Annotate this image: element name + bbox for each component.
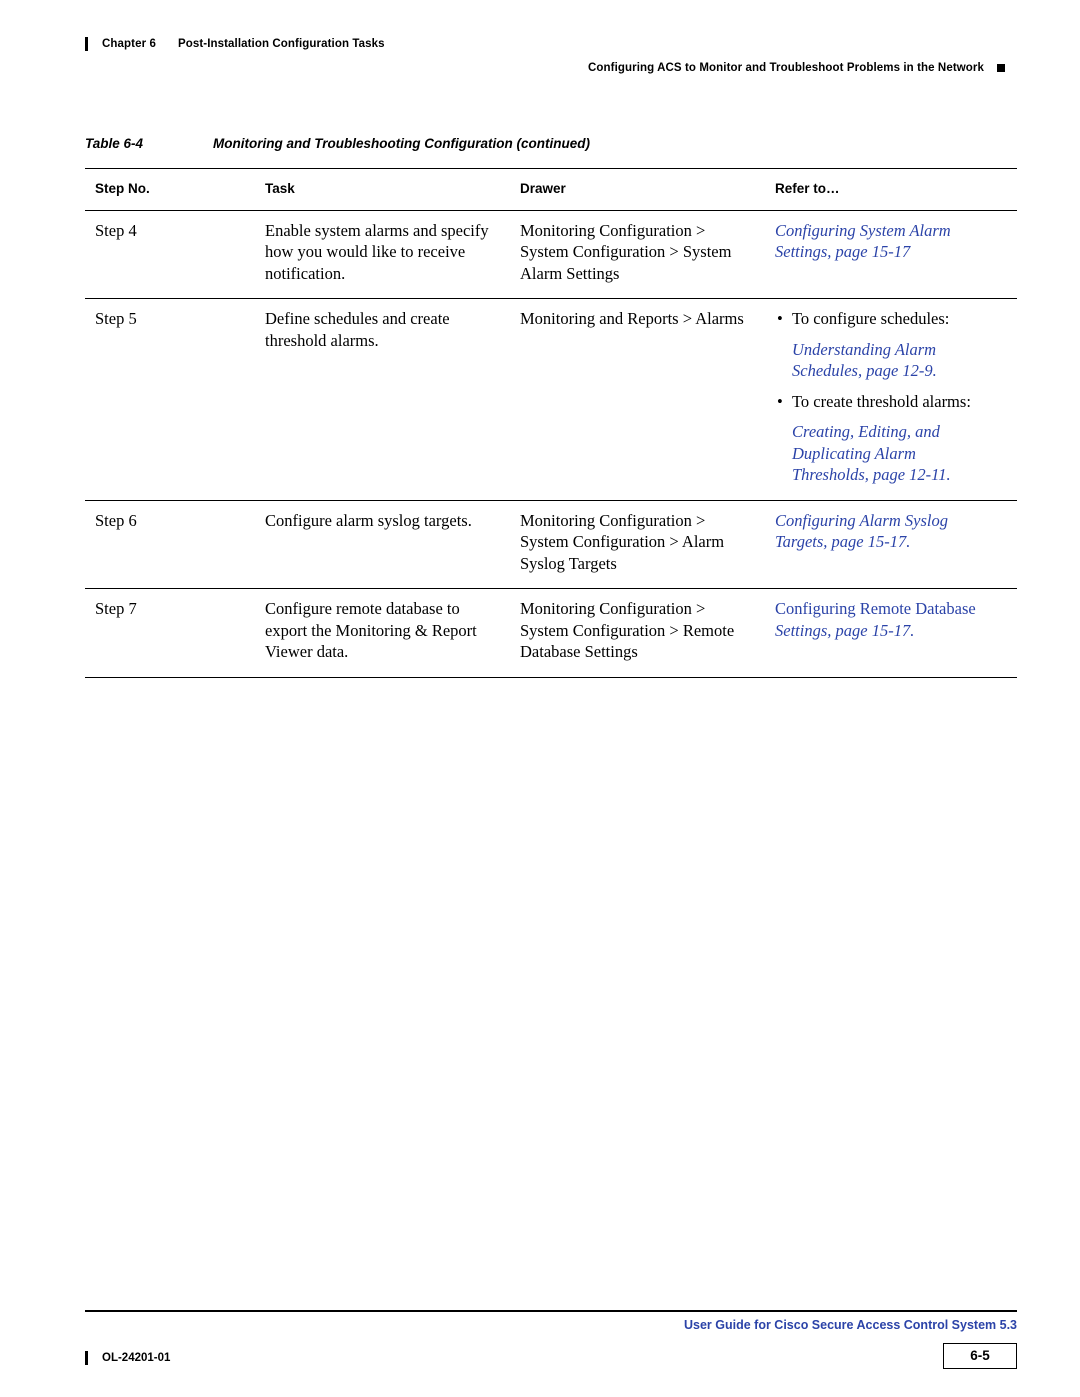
cross-reference-link[interactable]: Creating, Editing, and <box>775 421 1007 443</box>
header-chapter-title: Post-Installation Configuration Tasks <box>177 38 385 50</box>
page-footer: User Guide for Cisco Secure Access Contr… <box>85 1310 1017 1370</box>
cell-task: Configure remote database to export the … <box>255 588 510 678</box>
bullet-icon: • <box>777 309 783 328</box>
header-chapter-number: Chapter 6 <box>102 38 156 50</box>
cross-reference-link[interactable]: Configuring Alarm Syslog <box>775 511 948 530</box>
table-caption-text: Monitoring and Troubleshooting Configura… <box>213 136 590 151</box>
header-chapter: Chapter 6 Post-Installation Configuratio… <box>85 37 385 51</box>
table-row: Step 5 Define schedules and create thres… <box>85 298 1017 501</box>
cell-drawer: Monitoring Configuration > System Config… <box>510 500 765 589</box>
footer-document-title: User Guide for Cisco Secure Access Contr… <box>684 1318 1017 1332</box>
footer-document-number: OL-24201-01 <box>85 1351 170 1365</box>
cross-reference-link[interactable]: Thresholds, page 12-11. <box>775 464 1007 486</box>
column-header-refer-to: Refer to… <box>765 168 1017 211</box>
monitoring-configuration-table: Step No. Task Drawer Refer to… Step 4 En… <box>85 168 1017 678</box>
cross-reference-link[interactable]: Settings, page 15-17. <box>775 621 914 640</box>
cell-drawer: Monitoring Configuration > System Config… <box>510 588 765 678</box>
refer-bullet-list: • To create threshold alarms: <box>775 391 1007 413</box>
table-row: Step 6 Configure alarm syslog targets. M… <box>85 500 1017 589</box>
cell-drawer: Monitoring Configuration > System Config… <box>510 210 765 299</box>
table-row: Step 4 Enable system alarms and specify … <box>85 210 1017 299</box>
column-header-drawer: Drawer <box>510 168 765 211</box>
cell-step-no: Step 4 <box>85 210 255 299</box>
document-page: Chapter 6 Post-Installation Configuratio… <box>0 0 1080 1397</box>
bullet-text: To create threshold alarms: <box>792 391 971 411</box>
bullet-icon: • <box>777 391 783 411</box>
cross-reference-link[interactable]: Targets, page 15-17. <box>775 532 910 551</box>
header-rule-mark <box>85 37 88 51</box>
cell-refer-to: Configuring Remote Database Settings, pa… <box>765 588 1017 678</box>
cell-refer-to: Configuring Alarm Syslog Targets, page 1… <box>765 500 1017 589</box>
page-header: Chapter 6 Post-Installation Configuratio… <box>85 30 1005 90</box>
header-running-head-text: Configuring ACS to Monitor and Troublesh… <box>588 62 984 74</box>
bullet-text: To configure schedules: <box>792 309 950 328</box>
cross-reference-link[interactable]: Schedules, page 12-9. <box>775 360 1007 382</box>
cross-reference-link[interactable]: Configuring System Alarm <box>775 221 951 240</box>
cell-step-no: Step 7 <box>85 588 255 678</box>
footer-rule-mark <box>85 1351 88 1365</box>
table-row: Step 7 Configure remote database to expo… <box>85 588 1017 678</box>
table-caption-label: Table 6-4 <box>85 136 144 151</box>
cell-task: Define schedules and create threshold al… <box>255 298 510 501</box>
footer-document-number-text: OL-24201-01 <box>102 1352 171 1364</box>
cross-reference-link[interactable]: Understanding Alarm <box>775 339 1007 361</box>
cell-drawer: Monitoring and Reports > Alarms <box>510 298 765 501</box>
cross-reference-link[interactable]: Duplicating Alarm <box>775 443 1007 465</box>
cross-reference-link[interactable]: Settings, page 15-17 <box>775 242 910 261</box>
cell-refer-to: Configuring System Alarm Settings, page … <box>765 210 1017 299</box>
header-running-head: Configuring ACS to Monitor and Troublesh… <box>588 62 1005 74</box>
table-caption: Table 6-4 Monitoring and Troubleshooting… <box>85 136 1005 151</box>
cell-refer-to: • To configure schedules: Understanding … <box>765 298 1017 501</box>
column-header-task: Task <box>255 168 510 211</box>
cross-reference-link[interactable]: Configuring Remote Database <box>775 599 976 618</box>
cell-task: Enable system alarms and specify how you… <box>255 210 510 299</box>
header-square-mark <box>997 64 1005 72</box>
list-item: • To configure schedules: <box>775 308 1007 330</box>
footer-divider <box>85 1310 1017 1312</box>
table-header-row: Step No. Task Drawer Refer to… <box>85 168 1017 211</box>
cell-task: Configure alarm syslog targets. <box>255 500 510 589</box>
column-header-step-no: Step No. <box>85 168 255 211</box>
cell-step-no: Step 6 <box>85 500 255 589</box>
page-number: 6-5 <box>943 1343 1017 1369</box>
refer-bullet-list: • To configure schedules: <box>775 308 1007 330</box>
cell-step-no: Step 5 <box>85 298 255 501</box>
list-item: • To create threshold alarms: <box>775 391 1007 413</box>
